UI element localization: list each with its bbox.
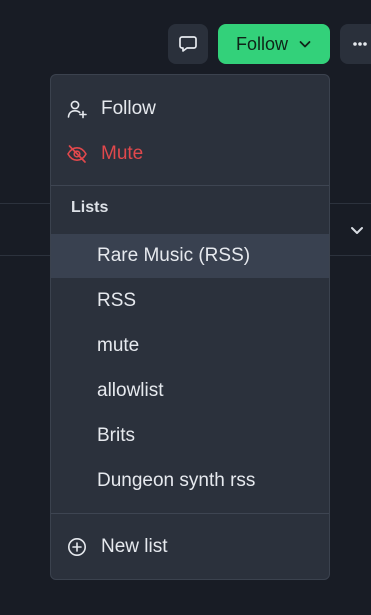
list-item-mute[interactable]: mute xyxy=(51,324,329,368)
list-item-rare-music-rss[interactable]: Rare Music (RSS) xyxy=(51,234,329,278)
menu-item-follow[interactable]: Follow xyxy=(51,87,329,131)
more-options-button[interactable] xyxy=(340,24,371,64)
user-plus-icon xyxy=(66,98,88,120)
menu-item-mute-label: Mute xyxy=(101,143,144,164)
list-item-rss[interactable]: RSS xyxy=(51,279,329,323)
list-item-dungeon-synth-rss[interactable]: Dungeon synth rss xyxy=(51,459,329,503)
list-item-label: allowlist xyxy=(97,380,164,401)
plus-circle-icon xyxy=(66,536,88,558)
list-item-allowlist[interactable]: allowlist xyxy=(51,369,329,413)
message-button[interactable] xyxy=(168,24,208,64)
menu-item-follow-label: Follow xyxy=(101,98,156,119)
follow-dropdown-menu: Follow Mute Lists Rare Music (RSS) RSS m… xyxy=(50,74,330,580)
app-stage: Follow Follow Mute Lists Rare Music (RSS… xyxy=(0,0,371,615)
message-bubble-icon xyxy=(179,36,197,52)
list-item-label: Rare Music (RSS) xyxy=(97,245,251,266)
ellipsis-icon xyxy=(353,42,367,46)
list-item-label: mute xyxy=(97,335,140,356)
chevron-down-icon xyxy=(299,41,311,48)
lists-heading: Lists xyxy=(71,199,109,216)
list-item-label: Brits xyxy=(97,425,135,446)
list-item-label: RSS xyxy=(97,290,137,311)
new-list-label: New list xyxy=(101,536,168,557)
new-list-button[interactable]: New list xyxy=(51,525,329,569)
follow-button-label: Follow xyxy=(235,33,288,54)
menu-item-mute[interactable]: Mute xyxy=(51,132,329,176)
menu-divider xyxy=(51,185,329,186)
eye-off-icon xyxy=(66,143,88,165)
menu-divider xyxy=(51,513,329,514)
follow-button[interactable]: Follow xyxy=(218,24,330,64)
chevron-down-icon[interactable] xyxy=(349,222,365,238)
list-item-brits[interactable]: Brits xyxy=(51,414,329,458)
list-item-label: Dungeon synth rss xyxy=(97,470,256,491)
